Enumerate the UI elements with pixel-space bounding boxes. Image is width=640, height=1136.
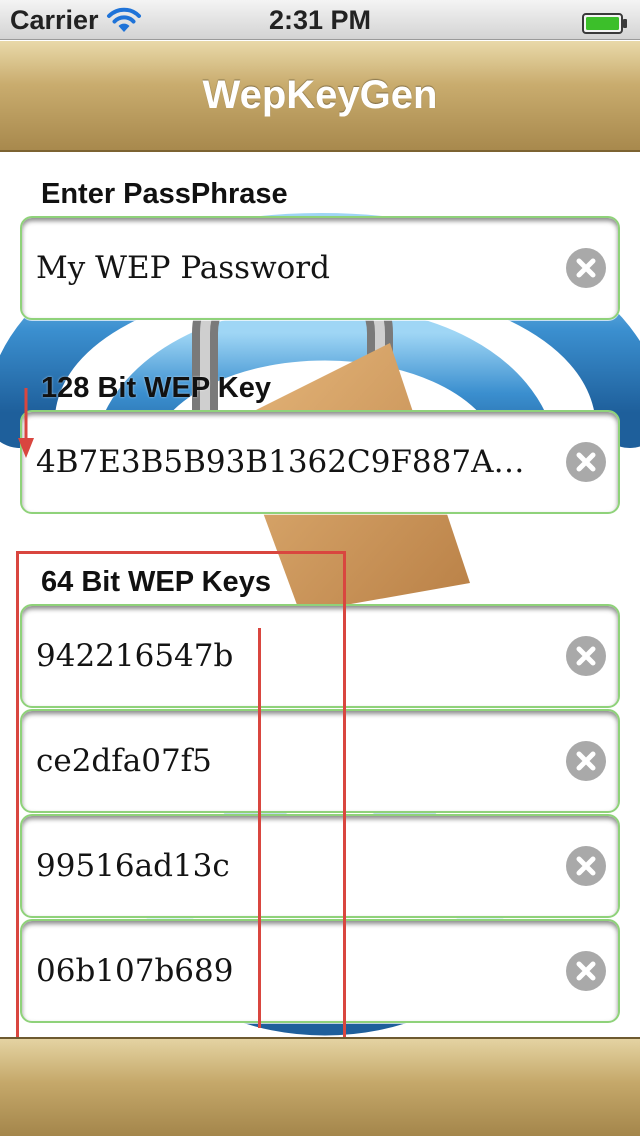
page-title: WepKeyGen: [202, 73, 438, 117]
key128-field[interactable]: 4B7E3B5B93B1362C9F887A9...: [20, 410, 620, 514]
clear-icon: [576, 452, 596, 472]
bottom-toolbar: [0, 1037, 640, 1136]
annotation-rectangle: [16, 551, 346, 1049]
clear-passphrase-button[interactable]: [566, 248, 606, 288]
clear-icon: [576, 856, 596, 876]
clear-icon: [576, 961, 596, 981]
passphrase-label: Enter PassPhrase: [41, 178, 288, 210]
annotation-arrow-icon: [16, 388, 36, 460]
navigation-bar: WepKeyGen: [0, 41, 640, 152]
clear-icon: [576, 258, 596, 278]
clear-key64-1-button[interactable]: [566, 636, 606, 676]
key128-label: 128 Bit WEP Key: [41, 372, 271, 404]
key128-value[interactable]: 4B7E3B5B93B1362C9F887A9...: [36, 444, 538, 480]
battery-icon: [582, 10, 628, 34]
clear-icon: [576, 646, 596, 666]
status-time: 2:31 PM: [268, 5, 372, 35]
clear-key128-button[interactable]: [566, 442, 606, 482]
clear-key64-3-button[interactable]: [566, 846, 606, 886]
annotation-line: [258, 628, 261, 1028]
clear-key64-2-button[interactable]: [566, 741, 606, 781]
passphrase-value[interactable]: My WEP Password: [36, 250, 538, 286]
clear-icon: [576, 751, 596, 771]
clear-key64-4-button[interactable]: [566, 951, 606, 991]
passphrase-field[interactable]: My WEP Password: [20, 216, 620, 320]
status-bar: Carrier 2:31 PM: [0, 0, 640, 40]
